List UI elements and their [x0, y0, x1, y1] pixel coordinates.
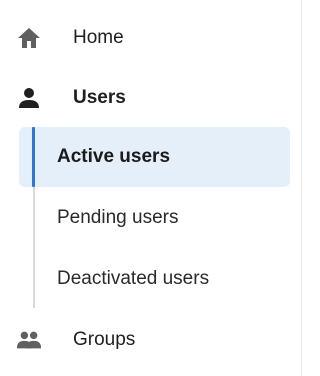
subnav-item-deactivated-users[interactable]: Deactivated users — [19, 249, 290, 309]
home-icon — [16, 25, 42, 51]
active-indicator — [32, 127, 35, 187]
person-icon — [16, 85, 42, 111]
subnav-item-active-users[interactable]: Active users — [19, 127, 290, 187]
nav-item-label: Groups — [73, 329, 136, 350]
sidebar-border — [301, 0, 302, 376]
subnav-item-label: Deactivated users — [57, 268, 210, 289]
nav-item-home[interactable]: Home — [0, 14, 300, 62]
nav-item-users[interactable]: Users — [0, 74, 300, 122]
subnav-item-label: Active users — [57, 146, 171, 167]
groups-icon — [16, 327, 42, 353]
nav-item-label: Users — [73, 87, 126, 108]
subnav-item-pending-users[interactable]: Pending users — [19, 188, 290, 248]
nav-item-groups[interactable]: Groups — [0, 316, 300, 364]
subnav-item-label: Pending users — [57, 207, 179, 228]
nav-item-label: Home — [73, 27, 124, 48]
